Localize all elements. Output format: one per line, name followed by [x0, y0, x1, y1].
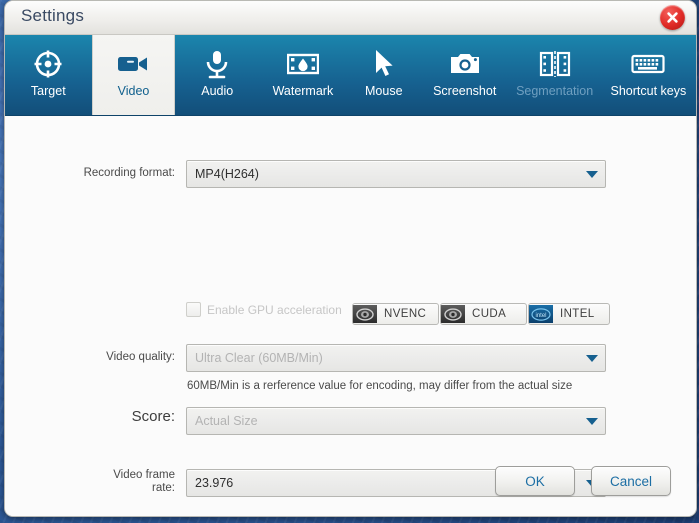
- film-split-icon: [539, 46, 571, 82]
- intel-logo-icon: intel: [529, 305, 553, 323]
- score-select[interactable]: Actual Size: [186, 407, 606, 435]
- tab-segmentation[interactable]: Segmentation: [508, 35, 600, 115]
- tab-label: Screenshot: [433, 84, 497, 98]
- svg-text:intel: intel: [535, 313, 546, 319]
- video-settings-panel: Recording format: MP4(H264) Enable GPU a…: [5, 116, 696, 516]
- title-bar: Settings: [5, 1, 696, 35]
- gpu-badge-name: CUDA: [472, 308, 507, 320]
- page-title: Settings: [21, 6, 85, 25]
- enable-gpu-acceleration-checkbox[interactable]: Enable GPU acceleration: [186, 302, 342, 317]
- video-quality-label: Video quality:: [106, 351, 175, 363]
- cursor-arrow-icon: [373, 46, 395, 82]
- tab-label: Shortcut keys: [610, 84, 687, 98]
- camera-icon: [449, 46, 481, 82]
- nvidia-eye-icon: [441, 305, 465, 323]
- chevron-down-icon: [579, 417, 605, 425]
- video-quality-select[interactable]: Ultra Clear (60MB/Min): [186, 344, 606, 372]
- tab-label: Video: [117, 84, 150, 98]
- tab-label: Audio: [201, 84, 234, 98]
- tab-label: Mouse: [365, 84, 403, 98]
- video-quality-value: Ultra Clear (60MB/Min): [195, 351, 323, 365]
- chevron-down-icon: [579, 170, 605, 178]
- chevron-down-icon: [579, 354, 605, 362]
- cancel-button[interactable]: Cancel: [591, 466, 671, 496]
- gpu-badge-nvenc[interactable]: NVENC: [352, 303, 439, 325]
- close-icon[interactable]: [660, 5, 685, 30]
- nvidia-eye-icon: [353, 305, 377, 323]
- video-camera-icon: [116, 46, 150, 82]
- tab-label: Target: [30, 84, 66, 98]
- recording-format-label: Recording format:: [83, 167, 175, 179]
- recording-format-select[interactable]: MP4(H264): [186, 160, 606, 188]
- tab-target[interactable]: Target: [5, 35, 92, 115]
- quality-hint-text: 60MB/Min is a rerference value for encod…: [187, 380, 573, 392]
- crosshair-target-icon: [33, 46, 63, 82]
- recording-format-value: MP4(H264): [195, 167, 259, 181]
- gpu-badge-name: INTEL: [560, 308, 595, 320]
- tab-shortcut-keys[interactable]: Shortcut keys: [601, 35, 696, 115]
- dialog-footer: OK Cancel: [5, 458, 696, 516]
- gpu-badge-intel[interactable]: intel INTEL: [528, 303, 610, 325]
- tab-label: Watermark: [272, 84, 334, 98]
- tab-watermark[interactable]: Watermark: [259, 35, 347, 115]
- score-value: Actual Size: [195, 414, 258, 428]
- film-watermark-icon: [286, 46, 319, 82]
- ok-button[interactable]: OK: [495, 466, 575, 496]
- settings-tab-bar: Target Video Audio Watermark Mouse Scree…: [5, 35, 696, 116]
- tab-screenshot[interactable]: Screenshot: [421, 35, 509, 115]
- tab-label: Segmentation: [516, 84, 594, 98]
- tab-video[interactable]: Video: [91, 35, 176, 115]
- settings-dialog: Settings Target Video Audio Watermark Mo…: [4, 0, 697, 517]
- enable-gpu-acceleration-label: Enable GPU acceleration: [207, 302, 342, 317]
- microphone-icon: [203, 46, 231, 82]
- score-label: Score:: [131, 408, 175, 425]
- gpu-badge-name: NVENC: [384, 308, 427, 320]
- tab-audio[interactable]: Audio: [175, 35, 259, 115]
- keyboard-icon: [631, 46, 665, 82]
- gpu-badge-cuda[interactable]: CUDA: [440, 303, 527, 325]
- checkbox-box: [186, 302, 201, 317]
- tab-mouse[interactable]: Mouse: [347, 35, 421, 115]
